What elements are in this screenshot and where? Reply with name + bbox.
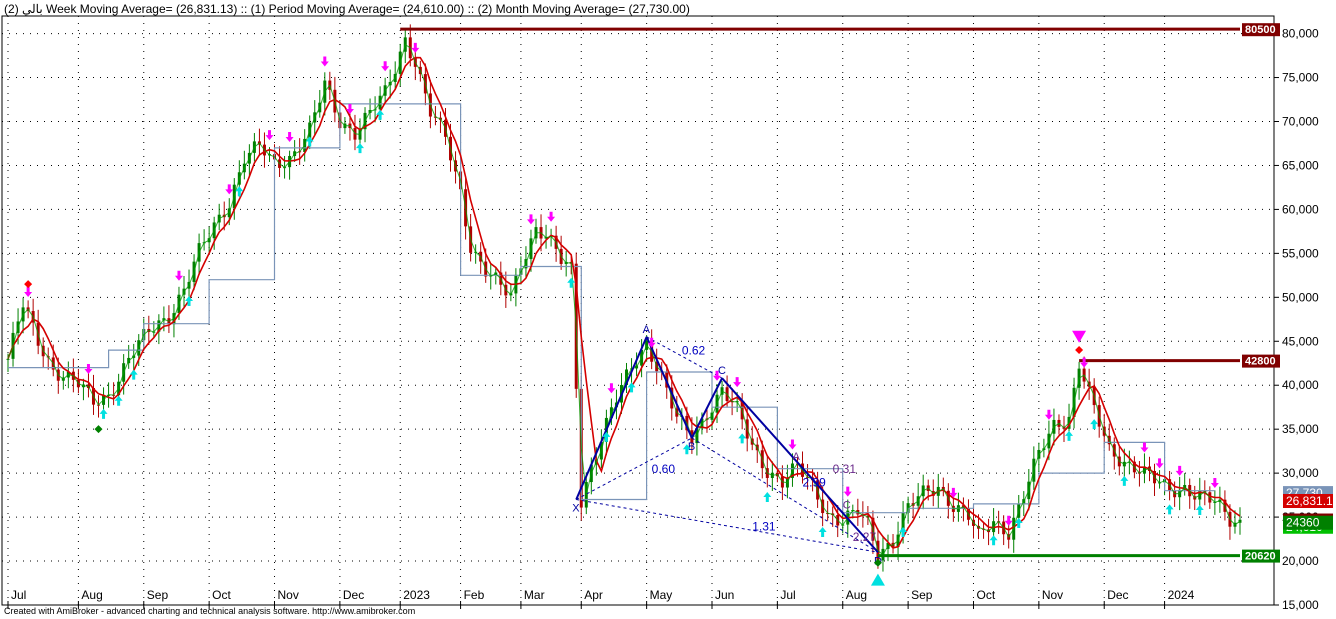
x-tick-label: Dec (1107, 588, 1128, 602)
y-tick-label: 55,000 (1282, 246, 1319, 260)
sell-arrow-icon (411, 42, 420, 53)
mini-pattern-point-label: C (843, 499, 851, 511)
x-tick-label: 2023 (403, 588, 430, 602)
x-tick-label: Nov (278, 588, 299, 602)
x-tick-label: Sep (911, 588, 933, 602)
level-label: 20620 (1245, 551, 1276, 563)
x-tick-label: Apr (584, 588, 603, 602)
buy-arrow-icon (1065, 430, 1074, 441)
buy-arrow-icon (1165, 504, 1174, 515)
price-badge-label: 24360 (1286, 516, 1320, 530)
mini-pattern-point-label: A (792, 451, 800, 463)
pattern-ratio-label: 1.31 (752, 519, 776, 533)
x-tick-label: Dec (343, 588, 364, 602)
pattern-point-label: X (572, 503, 580, 515)
sell-arrow-icon (733, 377, 742, 388)
x-tick-label: Mar (524, 588, 545, 602)
signal-diamond-icon (24, 280, 33, 289)
sell-arrow-icon (1140, 442, 1149, 453)
candle-body (6, 358, 10, 360)
x-tick-label: 2024 (1168, 588, 1195, 602)
sell-arrow-icon (1210, 477, 1219, 488)
pattern-xa (575, 336, 648, 500)
buy-arrow-icon (376, 109, 385, 120)
pattern-point-label: C (718, 365, 726, 377)
pattern-ratio-label: 0.62 (682, 343, 706, 357)
buy-arrow-icon (899, 526, 908, 537)
sell-arrow-icon (174, 270, 183, 281)
x-tick-label: Jul (780, 588, 795, 602)
sell-arrow-icon (647, 337, 656, 348)
price-chart[interactable]: 15,00020,00025,00030,00035,00040,00045,0… (0, 0, 1336, 619)
sell-arrow-icon (1004, 515, 1013, 526)
sell-arrow-icon (547, 211, 556, 222)
y-tick-label: 65,000 (1282, 158, 1319, 172)
price-badge-label: 26,831.1 (1286, 494, 1333, 508)
buy-arrow-icon (99, 408, 108, 419)
x-tick-label: Jun (715, 588, 734, 602)
x-tick-label: Nov (1042, 588, 1063, 602)
buy-arrow-icon (989, 535, 998, 546)
buy-arrow-icon (356, 143, 364, 154)
sell-arrow-icon (1155, 458, 1164, 469)
sell-arrow-icon (381, 61, 390, 72)
pattern-ratio-line (691, 437, 879, 553)
sell-arrow-icon (225, 184, 234, 195)
sell-arrow-icon (320, 56, 329, 67)
y-tick-label: 45,000 (1282, 334, 1319, 348)
week-moving-average-line (7, 56, 1241, 549)
y-tick-label: 60,000 (1282, 202, 1319, 216)
pattern-ratio-label: 0.60 (652, 462, 676, 476)
y-tick-label: 15,000 (1282, 598, 1319, 612)
buy-arrow-icon (1090, 419, 1099, 430)
big-sell-triangle-icon (1072, 330, 1087, 343)
x-tick-label: Feb (464, 588, 485, 602)
sell-arrow-icon (1175, 465, 1184, 476)
sell-arrow-icon (84, 363, 93, 374)
y-tick-label: 75,000 (1282, 71, 1319, 85)
y-tick-label: 40,000 (1282, 378, 1319, 392)
sell-arrow-icon (265, 130, 274, 141)
signal-diamond-icon (94, 425, 103, 434)
sell-arrow-icon (526, 214, 535, 225)
buy-arrow-icon (567, 277, 576, 288)
signal-diamond-icon (1075, 346, 1084, 355)
mini-pattern-ratio-label: 2.27 (853, 530, 877, 544)
sell-arrow-icon (24, 287, 33, 298)
period-moving-average-line (7, 43, 1241, 556)
pattern-ratio-label: 2.99 (803, 475, 827, 489)
y-tick-label: 35,000 (1282, 422, 1319, 436)
x-tick-label: Aug (846, 588, 867, 602)
y-tick-label: 30,000 (1282, 466, 1319, 480)
x-tick-label: Oct (976, 588, 995, 602)
y-tick-label: 80,000 (1282, 27, 1319, 41)
sell-arrow-icon (1044, 409, 1053, 420)
buy-arrow-icon (763, 491, 772, 502)
y-tick-label: 70,000 (1282, 114, 1319, 128)
buy-arrow-icon (738, 433, 747, 444)
x-tick-label: Jul (11, 588, 26, 602)
buy-arrow-icon (129, 369, 138, 380)
x-tick-label: Aug (81, 588, 102, 602)
level-label: 42800 (1245, 356, 1276, 368)
pattern-point-label: A (643, 324, 651, 336)
sell-arrow-icon (1080, 357, 1089, 368)
level-label: 80500 (1245, 24, 1276, 36)
x-tick-label: Sep (147, 588, 169, 602)
sell-arrow-icon (607, 383, 616, 394)
sell-arrow-icon (843, 486, 852, 497)
mini-pattern-ratio-label: 0.31 (833, 462, 857, 476)
buy-arrow-icon (818, 527, 827, 538)
footer-credit: Created with AmiBroker - advanced charti… (4, 606, 416, 616)
sell-arrow-icon (285, 131, 294, 142)
y-tick-label: 20,000 (1282, 554, 1319, 568)
x-tick-label: May (650, 588, 673, 602)
buy-arrow-icon (1195, 505, 1204, 516)
big-buy-triangle-icon (870, 573, 885, 586)
x-tick-label: Oct (212, 588, 231, 602)
sell-arrow-icon (788, 439, 797, 450)
y-tick-label: 50,000 (1282, 290, 1319, 304)
buy-arrow-icon (1120, 475, 1129, 486)
plot-frame (1, 15, 1275, 606)
